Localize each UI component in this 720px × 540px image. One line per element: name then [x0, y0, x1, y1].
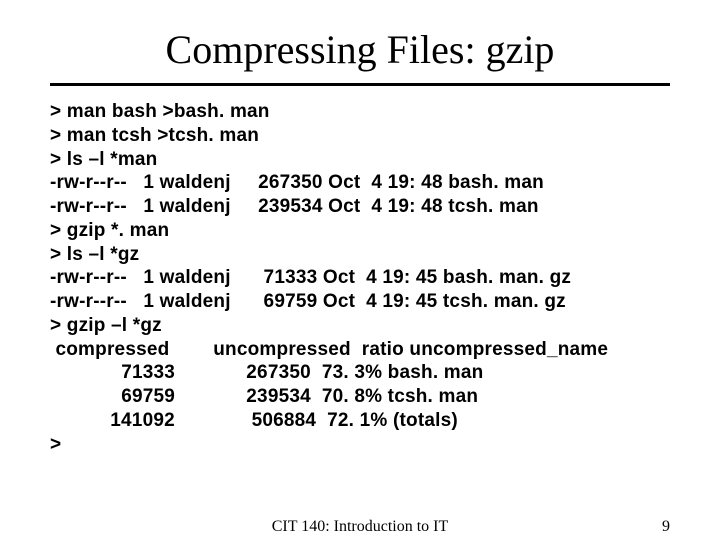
slide: Compressing Files: gzip > man bash >bash… [0, 0, 720, 540]
title-rule [50, 83, 670, 86]
course-label: CIT 140: Introduction to IT [272, 518, 449, 536]
slide-title: Compressing Files: gzip [50, 26, 670, 73]
page-number: 9 [662, 518, 670, 536]
terminal-block: > man bash >bash. man > man tcsh >tcsh. … [50, 100, 670, 456]
